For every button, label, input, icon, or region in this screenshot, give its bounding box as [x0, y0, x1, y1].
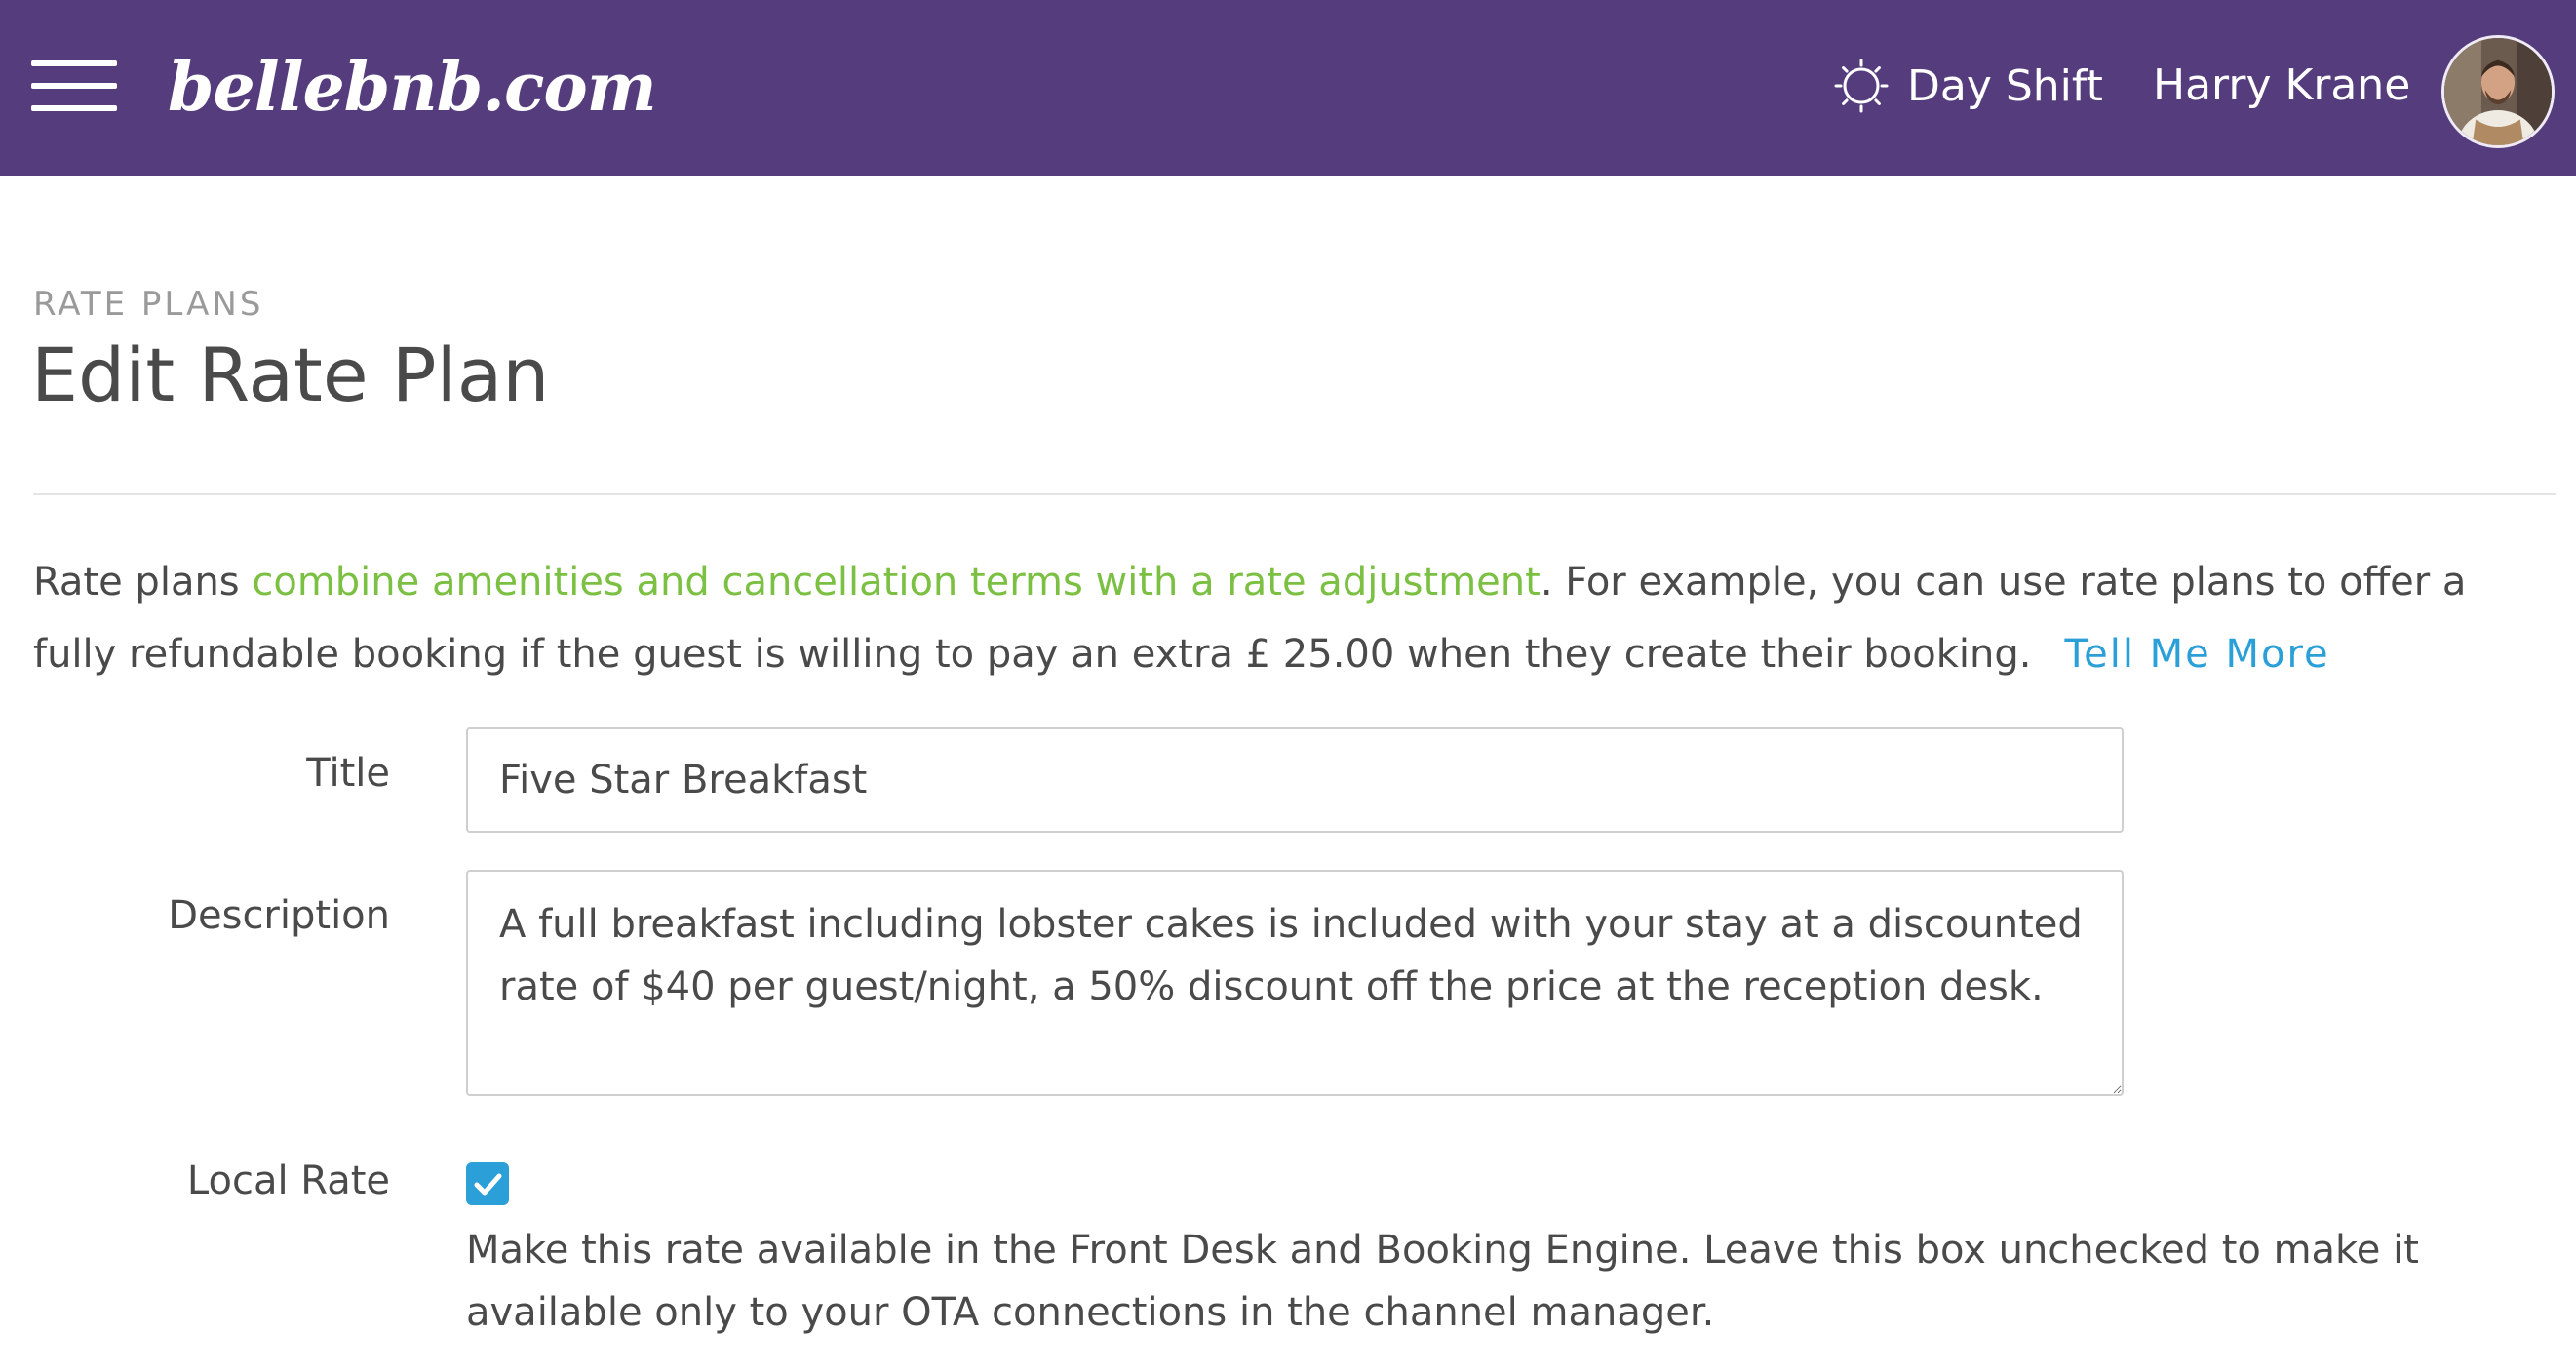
menu-line — [31, 60, 117, 66]
page-title: Edit Rate Plan — [31, 332, 550, 418]
description-label: Description — [168, 893, 390, 938]
tell-me-more-link[interactable]: Tell Me More — [2064, 632, 2329, 677]
breadcrumb: RATE PLANS — [33, 285, 264, 324]
title-input[interactable] — [466, 727, 2124, 833]
user-photo — [2444, 38, 2552, 145]
divider — [33, 493, 2556, 495]
intro-highlight: combine amenities and cancellation terms… — [252, 560, 1541, 605]
sun-icon — [1834, 59, 1889, 113]
description-textarea[interactable]: A full breakfast including lobster cakes… — [466, 870, 2124, 1096]
brand-logo[interactable]: bellebnb.com — [168, 39, 657, 137]
title-label: Title — [306, 751, 390, 796]
avatar[interactable] — [2441, 35, 2555, 148]
hamburger-menu-icon[interactable] — [31, 57, 117, 115]
local-rate-checkbox[interactable] — [466, 1162, 509, 1205]
local-rate-label: Local Rate — [186, 1158, 390, 1203]
intro-paragraph: Rate plans combine amenities and cancell… — [33, 546, 2549, 690]
intro-text-start: Rate plans — [33, 560, 253, 605]
menu-line — [31, 83, 117, 89]
shift-selector[interactable]: Day Shift — [1833, 49, 2103, 123]
user-name[interactable]: Harry Krane — [2153, 49, 2410, 123]
checkmark-icon — [474, 1173, 502, 1196]
top-bar: bellebnb.com Day Shift Harry Krane — [0, 0, 2576, 176]
shift-label: Day Shift — [1907, 60, 2103, 111]
local-rate-help-text: Make this rate available in the Front De… — [466, 1228, 2419, 1335]
menu-line — [31, 105, 117, 111]
